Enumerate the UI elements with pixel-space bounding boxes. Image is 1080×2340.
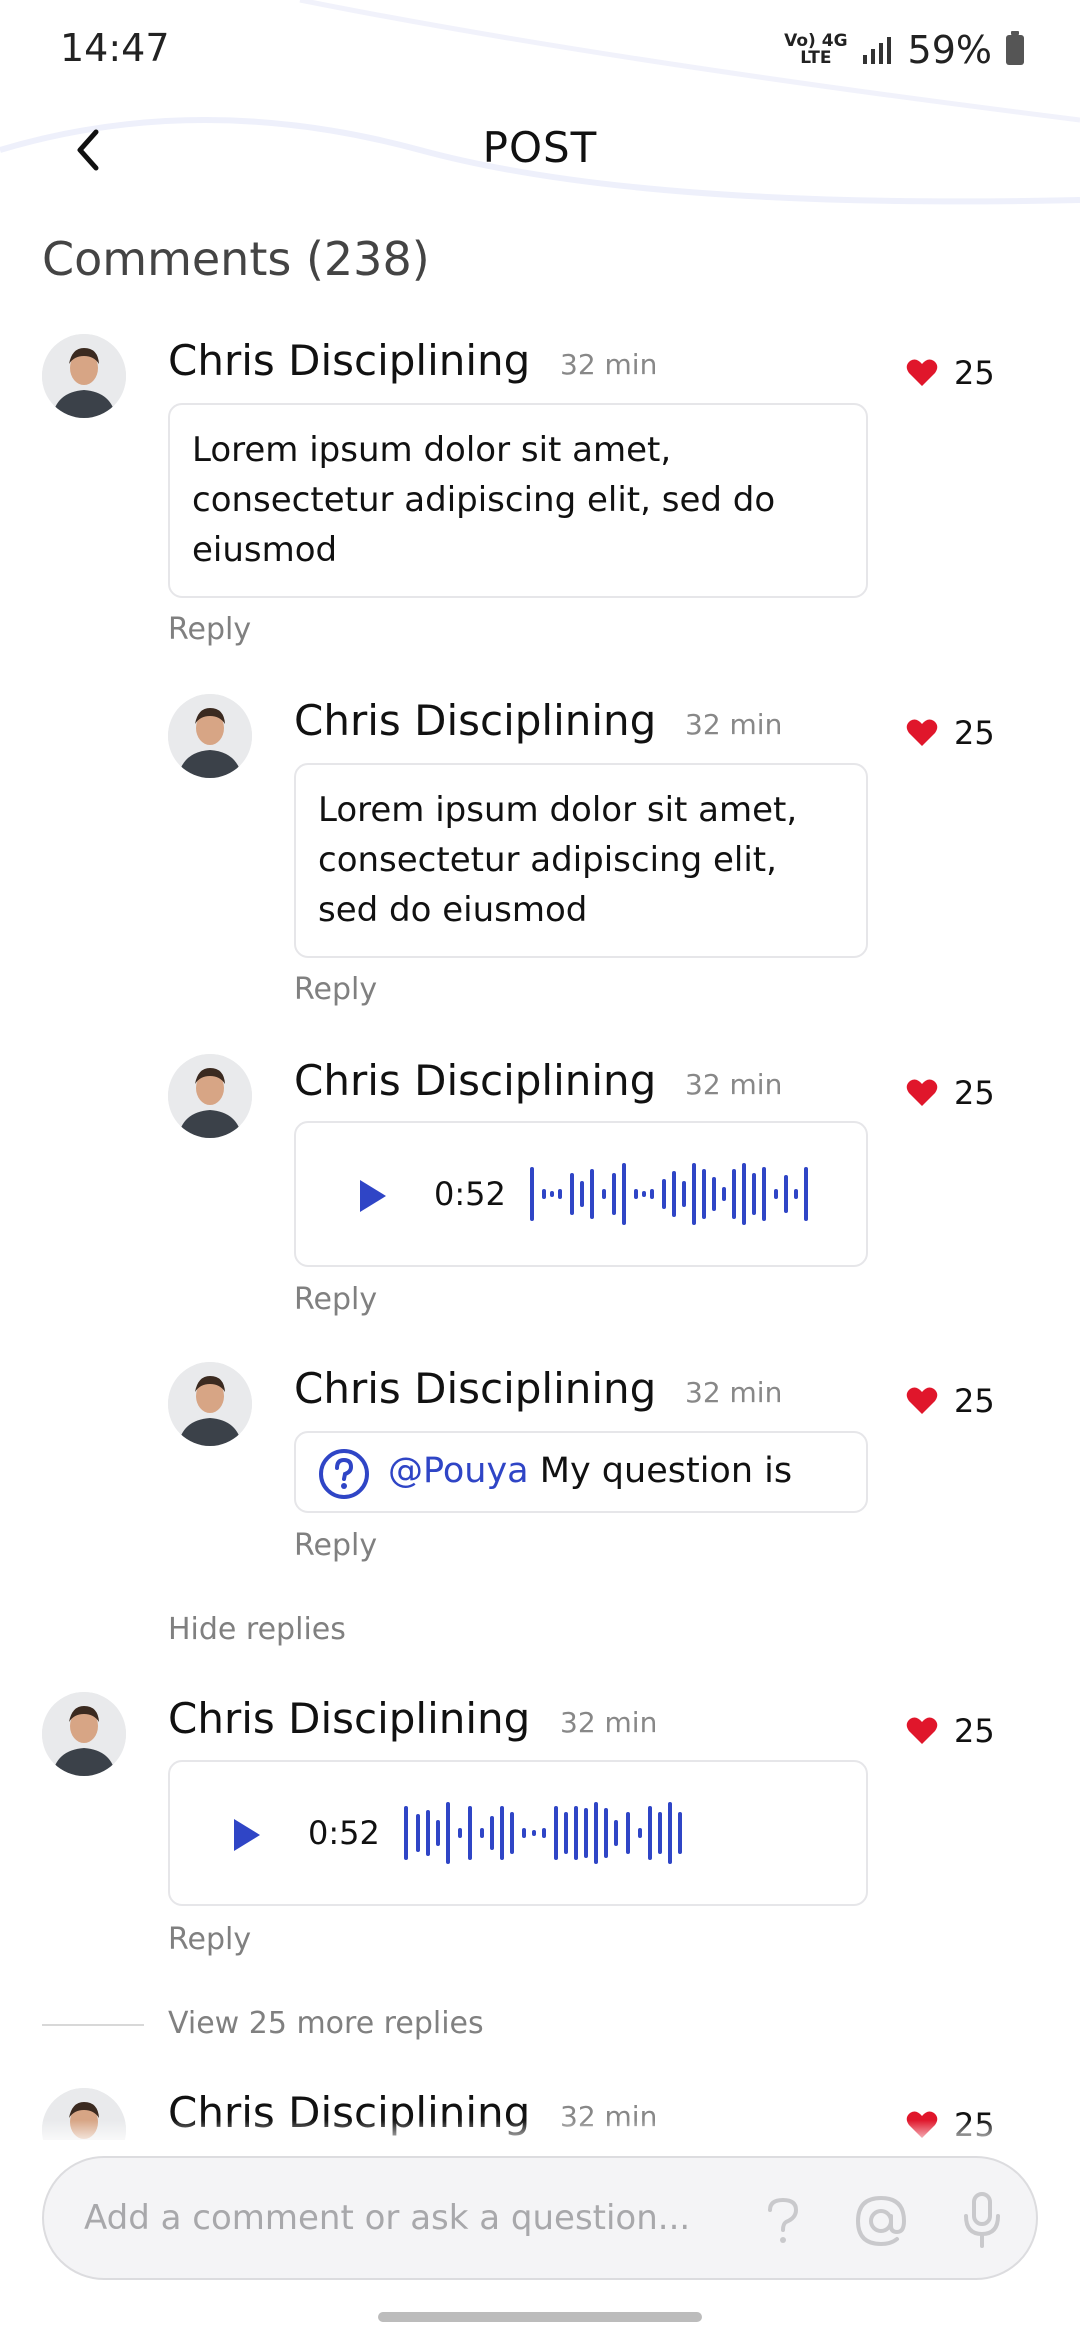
avatar[interactable] <box>168 1054 252 1138</box>
question-icon[interactable] <box>762 2196 804 2246</box>
at-icon[interactable] <box>854 2194 908 2248</box>
header-background <box>0 0 1080 205</box>
avatar[interactable] <box>42 334 126 418</box>
page-title: POST <box>482 123 598 172</box>
like-button[interactable]: 25 <box>906 354 995 392</box>
view-more-replies-link[interactable]: View 25 more replies <box>168 2006 484 2041</box>
reply-link[interactable]: Reply <box>168 612 251 647</box>
reply-link[interactable]: Reply <box>294 1528 377 1563</box>
like-button[interactable]: 25 <box>906 1712 995 1750</box>
microphone-icon[interactable] <box>960 2192 1004 2248</box>
question-text: @Pouya My question is <box>388 1451 793 1491</box>
waveform[interactable] <box>530 1159 820 1229</box>
comment-time: 32 min <box>685 1068 783 1101</box>
avatar[interactable] <box>168 1362 252 1446</box>
like-count: 25 <box>954 1074 995 1112</box>
comment-input-placeholder: Add a comment or ask a question... <box>84 2198 691 2238</box>
comments-count-title: Comments (238) <box>42 232 430 286</box>
voice-message: 0:52 <box>168 1760 868 1906</box>
voice-message: 0:52 <box>294 1121 868 1267</box>
divider <box>42 2024 144 2026</box>
comment-time: 32 min <box>685 708 783 741</box>
like-count: 25 <box>954 1712 995 1750</box>
mention-link[interactable]: @Pouya <box>388 1451 529 1491</box>
hide-replies-link[interactable]: Hide replies <box>168 1612 346 1647</box>
like-count: 25 <box>954 1382 995 1420</box>
avatar[interactable] <box>42 1692 126 1776</box>
home-indicator[interactable] <box>378 2312 702 2322</box>
comment-time: 32 min <box>560 1706 658 1739</box>
comment-author[interactable]: Chris Disciplining <box>294 696 656 745</box>
comment-author[interactable]: Chris Disciplining <box>294 1364 656 1413</box>
comment-input[interactable]: Add a comment or ask a question... <box>42 2156 1038 2280</box>
play-icon[interactable] <box>232 1817 262 1853</box>
comment-text: Lorem ipsum dolor sit amet, consectetur … <box>318 790 798 930</box>
heart-icon <box>906 719 938 746</box>
voice-duration: 0:52 <box>434 1175 506 1213</box>
reply-link[interactable]: Reply <box>294 1282 377 1317</box>
like-button[interactable]: 25 <box>906 1382 995 1420</box>
comment-bubble: Lorem ipsum dolor sit amet, consectetur … <box>294 763 868 958</box>
comment-time: 32 min <box>685 1376 783 1409</box>
comment-time: 32 min <box>560 348 658 381</box>
question-bubble: @Pouya My question is <box>294 1431 868 1513</box>
heart-icon <box>906 359 938 386</box>
comment-author[interactable]: Chris Disciplining <box>168 336 530 385</box>
comment-author[interactable]: Chris Disciplining <box>294 1056 656 1105</box>
heart-icon <box>906 1717 938 1744</box>
heart-icon <box>906 1079 938 1106</box>
comment-bubble: Lorem ipsum dolor sit amet, consectetur … <box>168 403 868 598</box>
reply-link[interactable]: Reply <box>168 1922 251 1957</box>
like-button[interactable]: 25 <box>906 1074 995 1112</box>
like-count: 25 <box>954 354 995 392</box>
like-count: 25 <box>954 714 995 752</box>
avatar[interactable] <box>168 694 252 778</box>
voice-duration: 0:52 <box>308 1814 380 1852</box>
comment-author[interactable]: Chris Disciplining <box>168 1694 530 1743</box>
heart-icon <box>906 1387 938 1414</box>
play-icon[interactable] <box>358 1178 388 1214</box>
comment-text: Lorem ipsum dolor sit amet, consectetur … <box>192 430 776 570</box>
question-icon <box>319 1449 369 1499</box>
reply-link[interactable]: Reply <box>294 972 377 1007</box>
like-button[interactable]: 25 <box>906 714 995 752</box>
waveform[interactable] <box>404 1798 824 1868</box>
